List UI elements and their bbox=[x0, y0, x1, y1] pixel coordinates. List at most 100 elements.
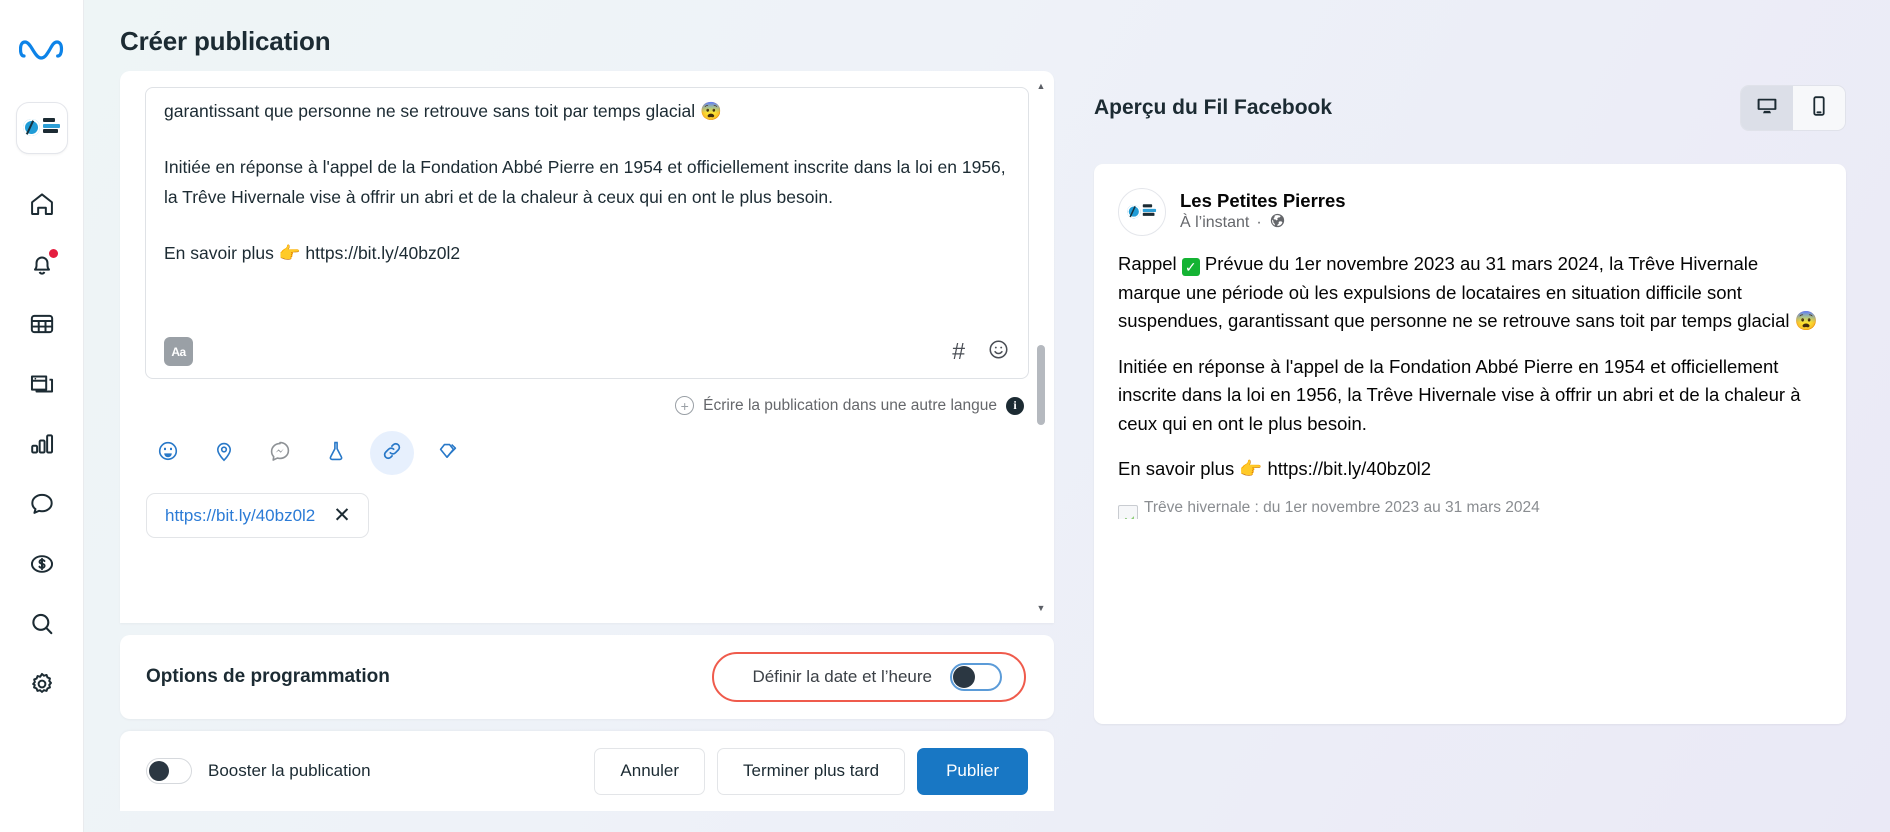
post-text-editor[interactable]: garantissant que personne ne se retrouve… bbox=[145, 87, 1029, 379]
mobile-preview-button[interactable] bbox=[1793, 86, 1845, 130]
boost-post-toggle[interactable] bbox=[146, 758, 192, 784]
post-meta: À l’instant · bbox=[1180, 212, 1346, 235]
scheduling-options-card: Options de programmation Définir la date… bbox=[120, 635, 1054, 719]
offer-diamond-icon bbox=[436, 439, 460, 468]
attached-link-chip[interactable]: https://bit.ly/40bz0l2 ✕ bbox=[146, 493, 369, 538]
location-pin-icon bbox=[212, 439, 236, 468]
attached-link-url[interactable]: https://bit.ly/40bz0l2 bbox=[165, 506, 315, 526]
messenger-icon-button[interactable] bbox=[258, 431, 302, 475]
page-name: Les Petites Pierres bbox=[1180, 190, 1346, 212]
set-date-time-label: Définir la date et l’heure bbox=[752, 667, 932, 686]
sidebar-item-home[interactable] bbox=[13, 176, 71, 232]
broken-image-icon bbox=[1118, 504, 1138, 519]
footer-buttons: Annuler Terminer plus tard Publier bbox=[594, 747, 1028, 795]
preview-paragraph-1: Rappel ✓ Prévue du 1er novembre 2023 au … bbox=[1118, 250, 1818, 336]
gear-icon bbox=[28, 670, 56, 698]
preview-post-header: Les Petites Pierres À l’instant · bbox=[1094, 164, 1846, 236]
table-grid-icon bbox=[28, 310, 56, 338]
bar-chart-icon bbox=[28, 430, 56, 458]
mobile-icon bbox=[1807, 94, 1831, 123]
posts-stack-icon bbox=[28, 370, 56, 398]
facebook-preview-card: Les Petites Pierres À l’instant · Rappel… bbox=[1094, 164, 1846, 724]
sidebar-item-planner[interactable] bbox=[13, 296, 71, 352]
notification-badge-dot bbox=[48, 249, 58, 258]
search-icon bbox=[28, 610, 56, 638]
publish-button[interactable]: Publier bbox=[917, 747, 1028, 795]
other-language-label: Écrire la publication dans une autre lan… bbox=[703, 396, 997, 414]
preview-column: Aperçu du Fil Facebook Les Petites Pierr… bbox=[1054, 71, 1890, 832]
composer-column: garantissant que personne ne se retrouve… bbox=[84, 71, 1054, 832]
other-language-row[interactable]: + Écrire la publication dans une autre l… bbox=[120, 379, 1054, 415]
image-alt-text: Trêve hivernale : du 1er novembre 2023 a… bbox=[1144, 500, 1540, 516]
preview-header: Aperçu du Fil Facebook bbox=[1064, 71, 1890, 131]
composer-card: garantissant que personne ne se retrouve… bbox=[120, 71, 1054, 623]
boost-post-row[interactable]: Booster la publication bbox=[146, 758, 371, 784]
messenger-icon bbox=[268, 439, 292, 468]
page-title: Créer publication bbox=[120, 26, 331, 56]
post-timestamp: À l’instant bbox=[1180, 214, 1250, 232]
check-mark-icon: ✓ bbox=[1181, 258, 1200, 276]
left-nav-rail bbox=[0, 0, 84, 832]
finish-later-button[interactable]: Terminer plus tard bbox=[717, 747, 906, 795]
scheduling-title: Options de programmation bbox=[146, 666, 390, 687]
location-icon-button[interactable] bbox=[202, 431, 246, 475]
sidebar-item-notifications[interactable] bbox=[13, 236, 71, 292]
les-petites-pierres-logo-icon bbox=[1127, 202, 1157, 222]
editor-paragraph-2: Initiée en réponse à l'appel de la Fonda… bbox=[164, 157, 1006, 207]
sidebar-item-search[interactable] bbox=[13, 596, 71, 652]
emoji-icon bbox=[156, 439, 180, 468]
emoji-icon-button[interactable] bbox=[146, 431, 190, 475]
emoji-picker-icon[interactable] bbox=[987, 338, 1010, 366]
editor-toolbar: Aa # bbox=[164, 337, 1010, 366]
preview-post-identity: Les Petites Pierres À l’instant · bbox=[1180, 189, 1346, 235]
toggle-knob bbox=[953, 666, 975, 688]
composer-footer-bar: Booster la publication Annuler Terminer … bbox=[120, 731, 1054, 811]
sidebar-item-inbox[interactable] bbox=[13, 476, 71, 532]
link-icon-button[interactable] bbox=[370, 431, 414, 475]
cancel-button[interactable]: Annuler bbox=[594, 747, 706, 795]
desktop-icon bbox=[1755, 94, 1779, 123]
offer-icon-button[interactable] bbox=[426, 431, 470, 475]
sidebar-item-insights[interactable] bbox=[13, 416, 71, 472]
preview-paragraph-3: En savoir plus 👉 https://bit.ly/40bz0l2 bbox=[1118, 458, 1432, 479]
desktop-preview-button[interactable] bbox=[1741, 86, 1793, 130]
editor-text-content: garantissant que personne ne se retrouve… bbox=[164, 96, 1010, 268]
hashtag-icon[interactable]: # bbox=[952, 338, 965, 365]
home-icon bbox=[28, 190, 56, 218]
les-petites-pierres-logo-icon bbox=[22, 115, 61, 141]
sidebar-item-posts[interactable] bbox=[13, 356, 71, 412]
audience-globe-icon bbox=[1269, 212, 1286, 235]
close-icon[interactable]: ✕ bbox=[333, 505, 351, 526]
sidebar-item-settings[interactable] bbox=[13, 656, 71, 712]
preview-broken-image-row: Trêve hivernale : du 1er novembre 2023 a… bbox=[1094, 501, 1846, 519]
preview-paragraph-2: Initiée en réponse à l'appel de la Fonda… bbox=[1118, 355, 1801, 434]
brand-account-button[interactable] bbox=[15, 102, 68, 154]
meta-logo-icon bbox=[15, 22, 69, 76]
toggle-knob bbox=[149, 761, 169, 781]
app-root: Créer publication garantissant que perso… bbox=[0, 0, 1890, 832]
scroll-down-icon[interactable]: ▼ bbox=[1036, 603, 1046, 613]
set-date-time-toggle[interactable] bbox=[950, 663, 1002, 691]
text-format-icon[interactable]: Aa bbox=[164, 337, 193, 366]
scrollbar-thumb[interactable] bbox=[1037, 345, 1045, 425]
link-icon bbox=[380, 439, 404, 468]
preview-paragraph-1-rest: Prévue du 1er novembre 2023 au 31 mars 2… bbox=[1118, 253, 1818, 331]
set-date-time-highlight[interactable]: Définir la date et l’heure bbox=[712, 652, 1026, 702]
sidebar-item-monetization[interactable] bbox=[13, 536, 71, 592]
avatar bbox=[1118, 188, 1166, 236]
chat-bubble-icon bbox=[28, 490, 56, 518]
preview-post-body: Rappel ✓ Prévue du 1er novembre 2023 au … bbox=[1094, 236, 1846, 484]
editor-right-icons: # bbox=[952, 338, 1010, 366]
dollar-circle-icon bbox=[28, 550, 56, 578]
info-icon[interactable]: i bbox=[1006, 396, 1024, 415]
scroll-up-icon[interactable]: ▲ bbox=[1036, 81, 1046, 91]
boost-post-label: Booster la publication bbox=[208, 761, 371, 780]
flask-icon bbox=[324, 439, 348, 468]
attachment-toolbar bbox=[120, 415, 1054, 475]
composer-scrollbar[interactable]: ▲ ▼ bbox=[1036, 81, 1046, 613]
device-preview-toggle bbox=[1740, 85, 1846, 131]
rail-icon-list bbox=[13, 176, 71, 712]
ab-test-icon-button[interactable] bbox=[314, 431, 358, 475]
preview-title: Aperçu du Fil Facebook bbox=[1094, 96, 1333, 119]
main-area: Créer publication garantissant que perso… bbox=[84, 0, 1890, 832]
